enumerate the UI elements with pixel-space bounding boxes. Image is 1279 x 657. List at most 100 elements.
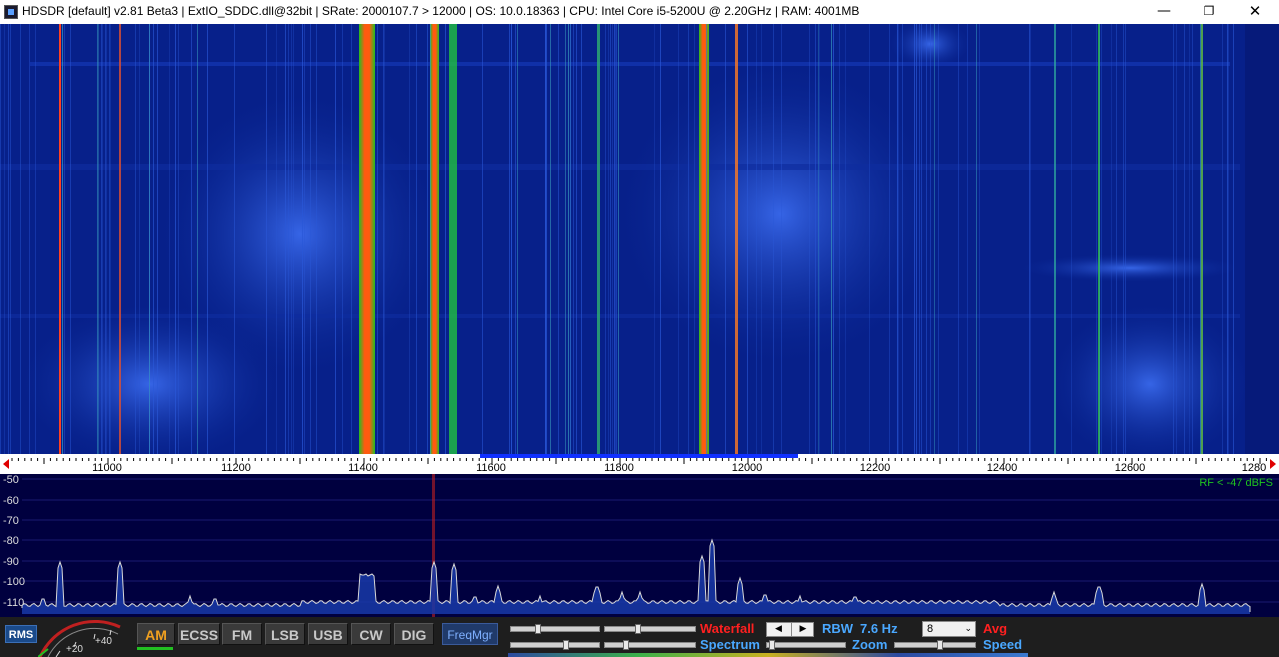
waterfall-display[interactable] — [0, 24, 1279, 454]
freq-tick-label: 12200 — [860, 462, 891, 474]
waterfall-line — [1184, 24, 1185, 454]
waterfall-line — [654, 24, 655, 454]
stepper-right-icon[interactable]: ▶ — [791, 623, 814, 636]
waterfall-line — [610, 24, 611, 454]
waterfall-right-edge — [1245, 24, 1279, 454]
active-mode-indicator — [137, 647, 173, 650]
waterfall-line — [515, 24, 516, 454]
waterfall-line — [1123, 24, 1124, 454]
waterfall-line — [958, 24, 959, 454]
waterfall-line — [293, 24, 294, 454]
avg-select[interactable]: 8 ⌄ — [922, 621, 976, 637]
waterfall-line — [1189, 24, 1190, 454]
waterfall-stepper[interactable]: ◀ ▶ — [766, 622, 814, 637]
waterfall-line — [197, 24, 198, 454]
waterfall-line — [351, 24, 352, 454]
waterfall-line — [98, 24, 99, 454]
waterfall-line — [157, 24, 158, 454]
waterfall-line — [919, 24, 920, 454]
waterfall-line — [10, 24, 11, 454]
spectrum-canvas[interactable]: -50 -60 -70 -80 -90 -100 -110 — [0, 474, 1279, 617]
waterfall-line — [914, 24, 915, 454]
frequency-scale[interactable]: 11000 11200 11400 11600 11800 12000 1220… — [0, 454, 1279, 474]
freqmgr-button[interactable]: FreqMgr — [442, 623, 498, 645]
slider-thumb[interactable] — [623, 640, 629, 650]
mode-fm-button[interactable]: FM — [222, 623, 262, 645]
frequency-scale-canvas[interactable]: 11000 11200 11400 11600 11800 12000 1220… — [0, 454, 1279, 474]
waterfall-canvas[interactable] — [0, 24, 1279, 454]
close-button[interactable]: ✕ — [1232, 0, 1278, 24]
rf-level-indicator: RF < -47 dBFS — [1199, 477, 1273, 489]
waterfall-line — [482, 24, 483, 454]
waterfall-line — [102, 24, 103, 454]
waterfall-line — [1071, 24, 1072, 454]
waterfall-line — [926, 24, 927, 454]
slider-thumb[interactable] — [769, 640, 775, 650]
waterfall-line — [276, 24, 277, 454]
waterfall-line — [234, 24, 235, 454]
waterfall-line — [509, 24, 510, 454]
mode-am-button[interactable]: AM — [137, 623, 175, 645]
mode-dig-button[interactable]: DIG — [394, 623, 434, 645]
freq-tick-label: 12600 — [1115, 462, 1146, 474]
waterfall-line — [316, 24, 317, 454]
freq-tick-label: 12000 — [732, 462, 763, 474]
mode-usb-button[interactable]: USB — [308, 623, 348, 645]
freq-tick-label: 11600 — [476, 462, 506, 474]
waterfall-line — [291, 24, 292, 454]
spectrum-label: Spectrum — [700, 637, 760, 652]
waterfall-line — [568, 24, 569, 454]
maximize-button[interactable]: ❐ — [1186, 0, 1232, 24]
waterfall-line — [1227, 24, 1228, 454]
waterfall-line — [342, 24, 343, 454]
mode-lsb-button[interactable]: LSB — [265, 623, 305, 645]
window-title: HDSDR [default] v2.81 Beta3 | ExtIO_SDDC… — [22, 4, 860, 18]
passband-indicator[interactable] — [480, 454, 798, 458]
waterfall-line — [383, 24, 384, 454]
mode-ecss-button[interactable]: ECSS — [178, 623, 220, 645]
app-icon[interactable] — [4, 5, 18, 19]
speed-slider[interactable] — [894, 640, 976, 650]
slider-thumb[interactable] — [535, 624, 541, 634]
zoom-slider[interactable] — [766, 640, 846, 650]
waterfall-line — [304, 24, 305, 454]
waterfall-line — [310, 24, 311, 454]
minimize-button[interactable]: — — [1141, 0, 1187, 24]
control-panel: RMS +20 +40 AM ECSS FM LSB USB CW DIG Fr… — [0, 617, 1279, 657]
waterfall-line — [175, 24, 176, 454]
waterfall-carrier — [59, 24, 61, 454]
waterfall-line — [889, 24, 890, 454]
stepper-left-icon[interactable]: ◀ — [767, 623, 790, 636]
slider-thumb[interactable] — [635, 624, 641, 634]
waterfall-line — [169, 24, 170, 454]
waterfall-line — [967, 24, 968, 454]
waterfall-line — [1030, 24, 1031, 454]
spectrum-display[interactable]: -50 -60 -70 -80 -90 -100 -110 RF < -47 d… — [0, 474, 1279, 617]
waterfall-line — [416, 24, 417, 454]
waterfall-brightness-slider[interactable] — [604, 624, 696, 634]
waterfall-line — [558, 24, 559, 454]
zoom-label: Zoom — [852, 637, 888, 652]
slider-thumb[interactable] — [937, 640, 943, 650]
speed-label: Speed — [983, 637, 1023, 652]
waterfall-line — [35, 24, 36, 454]
rms-button[interactable]: RMS — [5, 625, 37, 643]
mini-waterfall-strip — [508, 653, 1028, 657]
waterfall-line — [1233, 24, 1234, 454]
waterfall-line — [819, 24, 820, 454]
waterfall-line — [694, 24, 695, 454]
waterfall-line — [1125, 24, 1126, 454]
spectrum-brightness-slider[interactable] — [604, 640, 696, 650]
slider-thumb[interactable] — [563, 640, 569, 650]
waterfall-line — [135, 24, 136, 454]
waterfall-line — [29, 24, 30, 454]
waterfall-line — [833, 24, 834, 454]
waterfall-line — [773, 24, 774, 454]
waterfall-line — [660, 24, 661, 454]
waterfall-line — [377, 24, 378, 454]
waterfall-contrast-slider[interactable] — [510, 624, 600, 634]
waterfall-line — [725, 24, 726, 454]
spectrum-contrast-slider[interactable] — [510, 640, 600, 650]
mode-cw-button[interactable]: CW — [351, 623, 391, 645]
waterfall-line — [1173, 24, 1174, 454]
